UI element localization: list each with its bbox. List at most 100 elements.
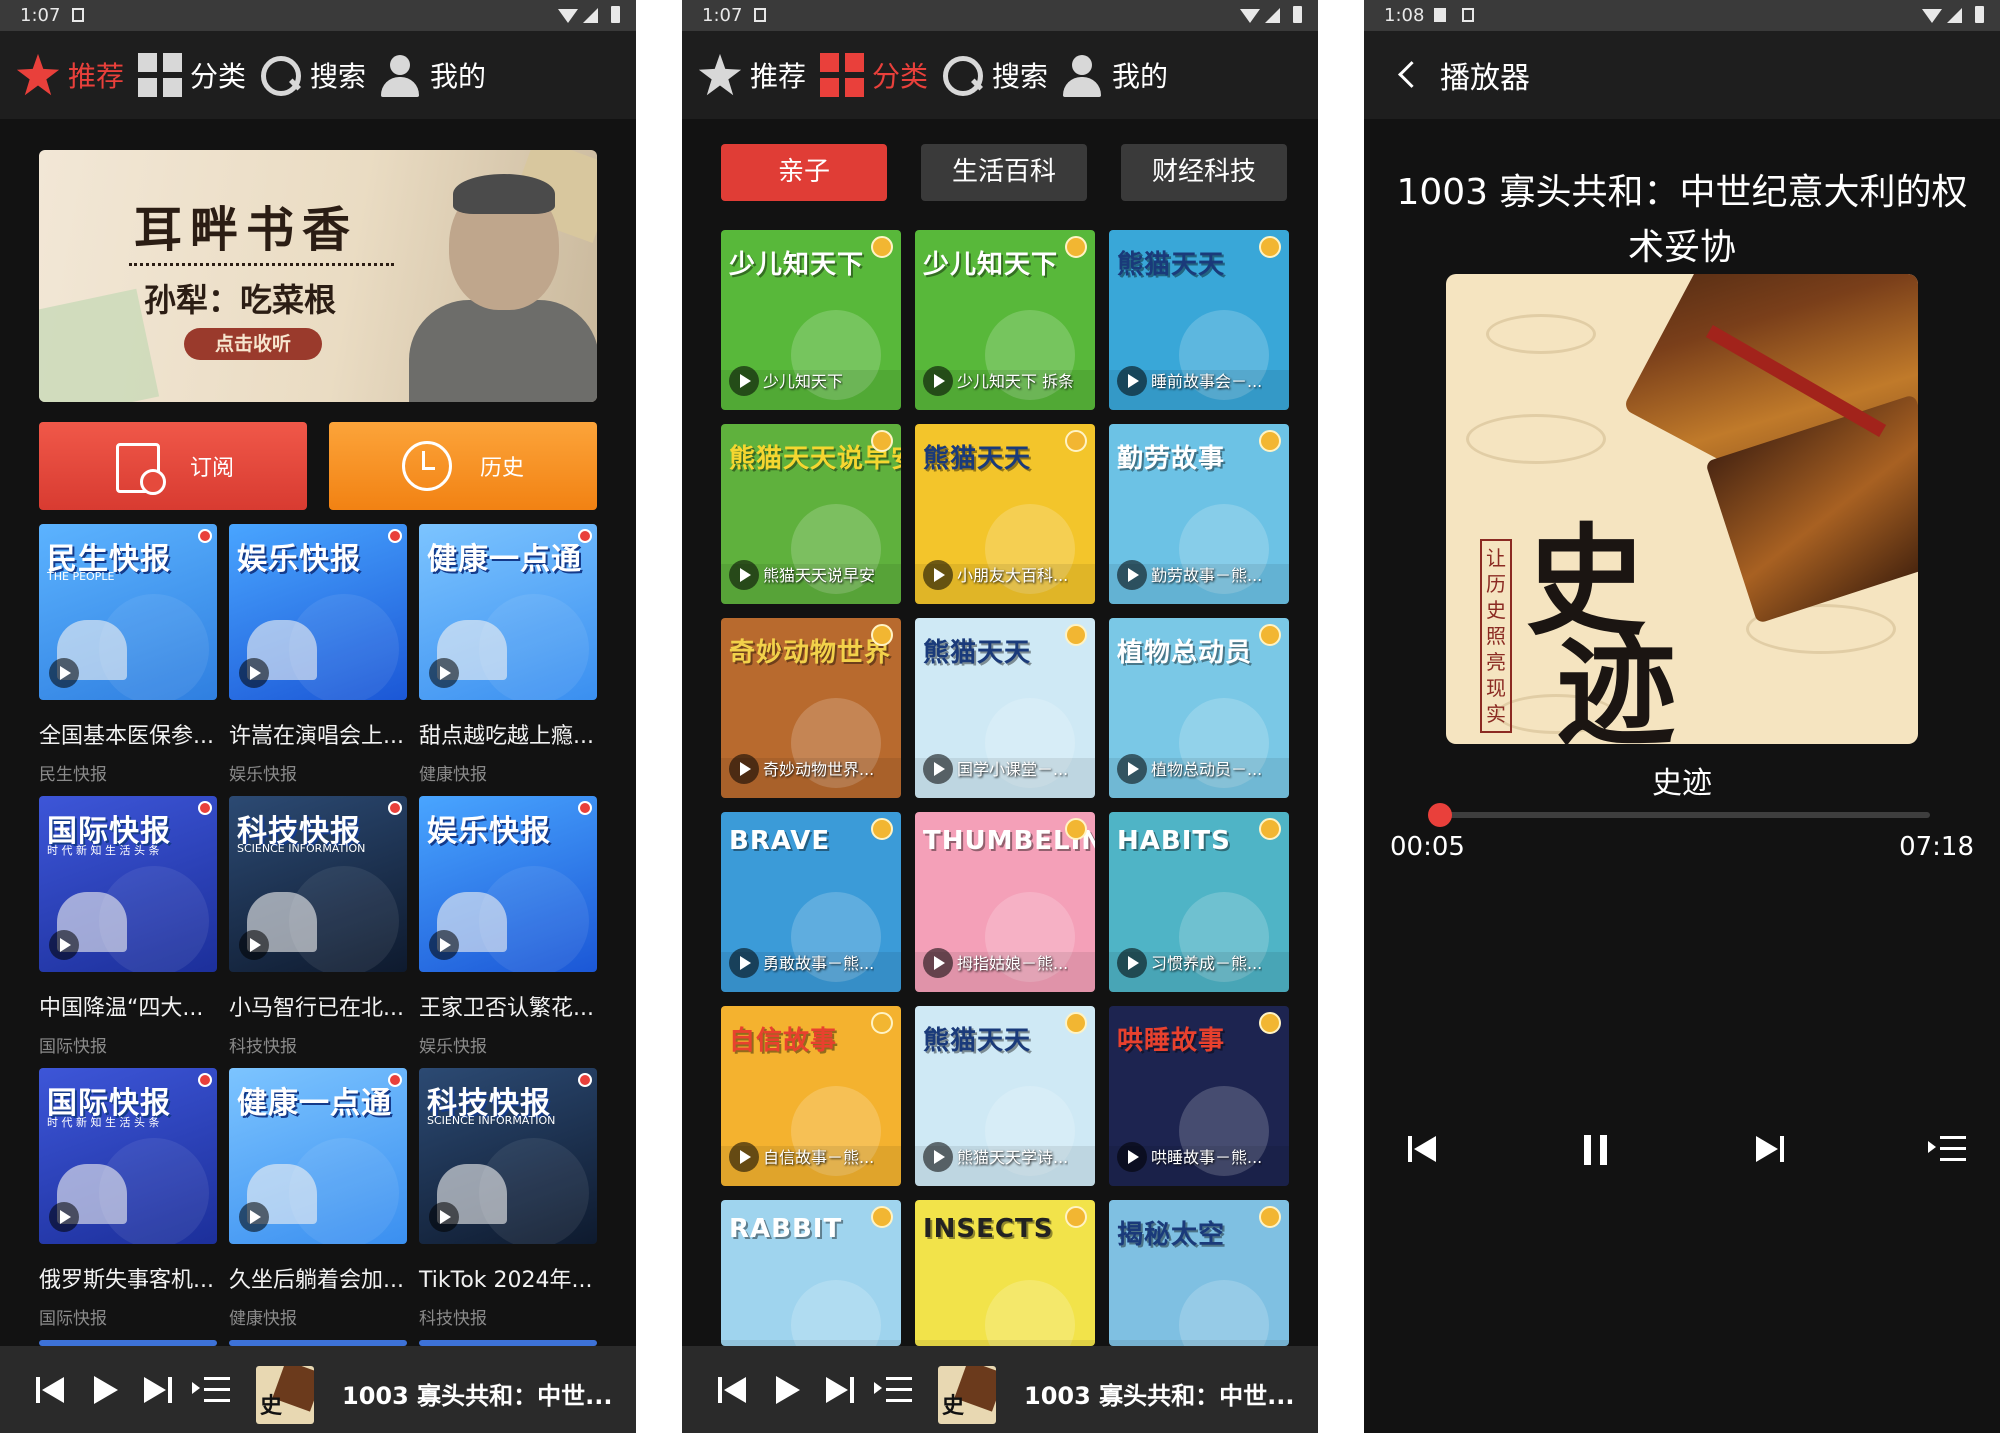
album-tile[interactable]: 熊猫天天 熊猫天天学诗...	[915, 1006, 1095, 1186]
play-icon[interactable]	[729, 560, 759, 590]
play-icon[interactable]	[239, 1202, 269, 1232]
album-tile[interactable]: BRAVE 勇敢故事－熊...	[721, 812, 901, 992]
mini-player[interactable]: 史 1003 寡头共和：中世...	[0, 1346, 636, 1433]
playlist-icon[interactable]	[874, 1371, 912, 1409]
next-icon[interactable]	[140, 1371, 178, 1409]
play-icon[interactable]	[729, 948, 759, 978]
medal-icon	[1065, 1012, 1087, 1034]
play-icon[interactable]	[729, 1142, 759, 1172]
previous-icon[interactable]	[32, 1371, 70, 1409]
play-icon[interactable]	[429, 930, 459, 960]
album-tile[interactable]: 熊猫天天 国学小课堂－...	[915, 618, 1095, 798]
tab-recommend[interactable]: 推荐	[16, 51, 124, 99]
album-tile[interactable]: 揭秘太空	[1109, 1200, 1289, 1346]
news-title[interactable]: 甜点越吃越上瘾...	[419, 718, 594, 750]
album-tile[interactable]: RABBIT	[721, 1200, 901, 1346]
back-icon[interactable]	[1392, 59, 1424, 91]
next-icon[interactable]	[822, 1371, 860, 1409]
play-icon[interactable]	[86, 1371, 124, 1409]
play-icon[interactable]	[49, 1202, 79, 1232]
play-icon[interactable]	[768, 1371, 806, 1409]
history-button[interactable]: 历史	[329, 422, 597, 510]
album-tile[interactable]: 熊猫天天 睡前故事会－...	[1109, 230, 1289, 410]
news-tile[interactable]: 娱乐快报	[419, 796, 597, 972]
news-tile[interactable]: 健康一点通	[419, 524, 597, 700]
pause-icon[interactable]	[1576, 1130, 1616, 1170]
play-icon[interactable]	[923, 560, 953, 590]
promo-banner[interactable]: 耳畔书香 孙犁：吃菜根 点击收听	[39, 150, 597, 402]
play-icon[interactable]	[1117, 948, 1147, 978]
news-title[interactable]: 久坐后躺着会加...	[229, 1262, 404, 1294]
seek-bar[interactable]	[1427, 803, 1930, 827]
banner-divider	[129, 263, 394, 266]
news-tile[interactable]: 民生快报 THE PEOPLE	[39, 524, 217, 700]
play-icon[interactable]	[239, 658, 269, 688]
play-icon[interactable]	[923, 754, 953, 784]
play-icon[interactable]	[1117, 366, 1147, 396]
news-tile[interactable]: 娱乐快报	[229, 524, 407, 700]
album-tile[interactable]: 少儿知天下 少儿知天下	[721, 230, 901, 410]
play-icon[interactable]	[923, 1142, 953, 1172]
news-title[interactable]: 全国基本医保参...	[39, 718, 214, 750]
playlist-icon[interactable]	[192, 1371, 230, 1409]
category-chip-parenting[interactable]: 亲子	[721, 144, 887, 201]
album-tile[interactable]: 少儿知天下 少儿知天下 拆条	[915, 230, 1095, 410]
news-category-tag: 科技快报	[419, 1309, 487, 1329]
play-icon[interactable]	[429, 1202, 459, 1232]
play-icon[interactable]	[1117, 560, 1147, 590]
tab-recommend[interactable]: 推荐	[698, 51, 806, 99]
news-title[interactable]: TikTok 2024年...	[419, 1262, 592, 1294]
tab-mine[interactable]: 我的	[378, 51, 486, 99]
banner-listen-button[interactable]: 点击收听	[184, 328, 322, 360]
play-icon[interactable]	[239, 930, 269, 960]
news-title[interactable]: 小马智行已在北...	[229, 990, 404, 1022]
seek-bar-handle[interactable]	[1427, 803, 1452, 827]
status-time: 1:07	[702, 5, 743, 26]
album-tile[interactable]: 哄睡故事 哄睡故事－熊...	[1109, 1006, 1289, 1186]
album-tile[interactable]: 熊猫天天 小朋友大百科...	[915, 424, 1095, 604]
previous-icon[interactable]	[1404, 1130, 1444, 1170]
news-title[interactable]: 中国降温“四大...	[39, 990, 203, 1022]
previous-icon[interactable]	[714, 1371, 752, 1409]
album-tile[interactable]: INSECTS	[915, 1200, 1095, 1346]
medal-icon	[871, 624, 893, 646]
album-tile[interactable]: THUMBELINA拇指姑娘－熊...	[915, 812, 1095, 992]
play-icon[interactable]	[923, 366, 953, 396]
album-tile[interactable]: 自信故事 自信故事－熊...	[721, 1006, 901, 1186]
album-tile[interactable]: 奇妙动物世界 奇妙动物世界...	[721, 618, 901, 798]
news-tile[interactable]: 科技快报 SCIENCE INFORMATION	[229, 796, 407, 972]
play-icon[interactable]	[1117, 1142, 1147, 1172]
news-title[interactable]: 许嵩在演唱会上...	[229, 718, 404, 750]
play-icon[interactable]	[729, 366, 759, 396]
news-tile[interactable]: 健康一点通	[229, 1068, 407, 1244]
tab-search[interactable]: 搜索	[258, 51, 366, 99]
news-title[interactable]: 俄罗斯失事客机...	[39, 1262, 214, 1294]
play-icon[interactable]	[729, 754, 759, 784]
play-icon[interactable]	[49, 658, 79, 688]
play-icon[interactable]	[49, 930, 79, 960]
screen-category: 1:07 推荐 分类 搜索 我的 亲子 生活百科 财经科技 少儿知天下 少儿知天下…	[682, 0, 1318, 1433]
play-icon[interactable]	[429, 658, 459, 688]
news-tile[interactable]: 国际快报时 代 新 知 生 活 头 条	[39, 796, 217, 972]
tab-category[interactable]: 分类	[138, 51, 246, 99]
category-chip-life[interactable]: 生活百科	[921, 144, 1087, 201]
news-tile[interactable]: 科技快报 SCIENCE INFORMATION	[419, 1068, 597, 1244]
album-tile[interactable]: 勤劳故事 勤劳故事－熊...	[1109, 424, 1289, 604]
medal-icon	[871, 236, 893, 258]
subscribe-button[interactable]: 订阅	[39, 422, 307, 510]
album-tile[interactable]: HABITS 习惯养成－熊...	[1109, 812, 1289, 992]
next-icon[interactable]	[1752, 1130, 1792, 1170]
tab-category[interactable]: 分类	[820, 51, 928, 99]
mini-player-title: 1003 寡头共和：中世...	[342, 1382, 613, 1410]
tab-search[interactable]: 搜索	[940, 51, 1048, 99]
tab-mine[interactable]: 我的	[1060, 51, 1168, 99]
play-icon[interactable]	[923, 948, 953, 978]
mini-player[interactable]: 史 1003 寡头共和：中世...	[682, 1346, 1318, 1433]
album-tile[interactable]: 熊猫天天说早安 熊猫天天说早安	[721, 424, 901, 604]
category-chip-finance-tech[interactable]: 财经科技	[1121, 144, 1287, 201]
play-icon[interactable]	[1117, 754, 1147, 784]
news-tile[interactable]: 国际快报时 代 新 知 生 活 头 条	[39, 1068, 217, 1244]
playlist-icon[interactable]	[1928, 1130, 1968, 1170]
news-title[interactable]: 王家卫否认繁花...	[419, 990, 594, 1022]
album-tile[interactable]: 植物总动员 植物总动员－...	[1109, 618, 1289, 798]
